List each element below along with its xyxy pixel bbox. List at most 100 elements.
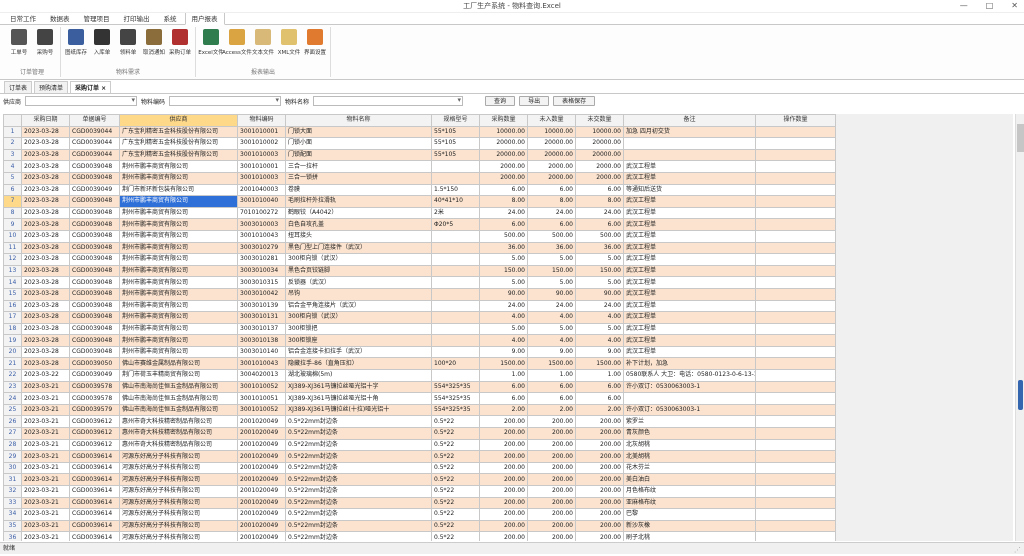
table-cell[interactable]: CGD0039049 (69, 183, 120, 197)
table-row[interactable]: 21 2023-03-28 CGD0039050 佛山市赛维金属制品有限公司 30010… (3, 357, 836, 371)
table-cell[interactable]: 40*41*10 (431, 195, 480, 208)
table-row[interactable]: 24 2023-03-21 CGD0039578 佛山市南海尚佳恒五金制品有限公司 30… (3, 392, 836, 405)
table-cell[interactable]: 0.5*22mm封边条 (285, 438, 432, 452)
table-cell[interactable]: 4.00 (575, 334, 624, 347)
table-cell[interactable]: 荆州市鹏丰商贸有限公司 (119, 287, 238, 301)
ribbon-button-1-1[interactable]: 入库单 (90, 27, 114, 67)
table-cell[interactable]: 2023-03-28 (21, 148, 70, 162)
table-cell[interactable]: 河源东好高分子科技有限公司 (119, 496, 238, 510)
table-cell[interactable]: 0.5*22mm封边条 (285, 531, 432, 541)
ribbon-button-2-2[interactable]: 文本文件 (251, 27, 275, 67)
table-cell[interactable]: 20000.00 (527, 137, 576, 150)
table-cell[interactable]: 500.00 (479, 229, 528, 243)
row-number[interactable]: 25 (3, 403, 22, 417)
table-cell[interactable]: 武汉工程单 (623, 276, 756, 289)
table-cell[interactable]: 6.00 (479, 218, 528, 231)
table-cell[interactable]: 2001020049 (237, 496, 286, 510)
row-number[interactable]: 19 (3, 334, 22, 347)
table-cell[interactable]: 10000.00 (575, 125, 624, 139)
table-cell[interactable] (755, 206, 836, 220)
table-cell[interactable]: 荆州市鹏丰商贸有限公司 (119, 229, 238, 243)
table-cell[interactable]: 24.00 (479, 206, 528, 220)
table-cell[interactable]: CGD0039578 (69, 380, 120, 394)
table-cell[interactable]: 200.00 (575, 415, 624, 429)
table-cell[interactable]: 0.5*22 (431, 519, 480, 533)
table-row[interactable]: 17 2023-03-28 CGD0039048 荆州市鹏丰商贸有限公司 3003010… (3, 311, 836, 324)
table-row[interactable]: 13 2023-03-28 CGD0039048 荆州市鹏丰商贸有限公司 3003010… (3, 264, 836, 278)
table-cell[interactable] (755, 195, 836, 208)
table-cell[interactable]: 2001020049 (237, 531, 286, 541)
table-cell[interactable]: 20000.00 (479, 137, 528, 150)
table-cell[interactable]: 3003010140 (237, 345, 286, 359)
table-row[interactable]: 32 2023-03-21 CGD0039614 河源东好高分子科技有限公司 20010… (3, 485, 836, 498)
table-cell[interactable]: 3001010043 (237, 229, 286, 243)
table-cell[interactable]: 2023-03-21 (21, 427, 70, 440)
table-cell[interactable]: 月色格布纹 (623, 485, 756, 498)
table-cell[interactable]: 河源东好高分子科技有限公司 (119, 485, 238, 498)
table-cell[interactable]: CGD0039048 (69, 206, 120, 220)
table-cell[interactable] (755, 496, 836, 510)
table-cell[interactable]: 佛山市赛维金属制品有限公司 (119, 357, 238, 371)
table-cell[interactable]: 河源东好高分子科技有限公司 (119, 508, 238, 521)
row-number[interactable]: 4 (3, 160, 22, 173)
table-cell[interactable]: 6.00 (527, 183, 576, 197)
table-cell[interactable]: 卷膜 (285, 183, 432, 197)
table-cell[interactable]: CGD0039612 (69, 415, 120, 429)
table-cell[interactable] (755, 485, 836, 498)
table-cell[interactable]: 0.5*22mm封边条 (285, 450, 432, 463)
table-cell[interactable]: CGD0039614 (69, 508, 120, 521)
menu-manage-project[interactable]: 管理项目 (78, 12, 116, 24)
table-cell[interactable]: 300柜向锁（武汉） (285, 253, 432, 266)
table-cell[interactable]: 吊钩 (285, 287, 432, 301)
column-header[interactable]: 未交数量 (575, 114, 624, 127)
table-cell[interactable]: 2023-03-28 (21, 160, 70, 173)
table-cell[interactable]: 0.5*22 (431, 438, 480, 452)
row-number[interactable]: 9 (3, 218, 22, 231)
table-cell[interactable]: 2001040003 (237, 183, 286, 197)
table-cell[interactable] (755, 369, 836, 382)
table-cell[interactable] (755, 357, 836, 371)
table-cell[interactable]: 黑色合页铰链脚 (285, 264, 432, 278)
table-cell[interactable]: 5.00 (479, 322, 528, 336)
table-cell[interactable]: 0.5*22 (431, 531, 480, 541)
table-cell[interactable] (755, 473, 836, 486)
table-cell[interactable]: 2.00 (527, 403, 576, 417)
table-cell[interactable] (755, 125, 836, 139)
ribbon-button-2-3[interactable]: XML文件 (277, 27, 301, 67)
table-cell[interactable]: 荆州市鹏丰商贸有限公司 (119, 276, 238, 289)
table-cell[interactable]: 2023-03-28 (21, 195, 70, 208)
table-cell[interactable]: 24.00 (575, 299, 624, 313)
save-table-button[interactable]: 表格保存 (553, 96, 596, 106)
table-cell[interactable] (755, 276, 836, 289)
table-cell[interactable]: 花木芬兰 (623, 461, 756, 475)
table-cell[interactable] (755, 229, 836, 243)
table-cell[interactable]: CGD0039578 (69, 392, 120, 405)
table-cell[interactable]: 2000.00 (575, 160, 624, 173)
table-cell[interactable]: 20000.00 (575, 137, 624, 150)
table-cell[interactable]: CGD0039048 (69, 334, 120, 347)
table-cell[interactable]: 2023-03-21 (21, 403, 70, 417)
table-cell[interactable]: 200.00 (479, 531, 528, 541)
row-number[interactable]: 13 (3, 264, 22, 278)
row-number[interactable]: 7 (3, 195, 22, 208)
table-cell[interactable] (431, 287, 480, 301)
table-cell[interactable]: 许小双订：0530063003-1 (623, 403, 756, 417)
table-cell[interactable]: 200.00 (575, 427, 624, 440)
ribbon-button-2-4[interactable]: 界面设置 (303, 27, 327, 67)
table-cell[interactable]: 500.00 (575, 229, 624, 243)
table-row[interactable]: 36 2023-03-21 CGD0039614 河源东好高分子科技有限公司 20010… (3, 531, 836, 541)
maximize-button[interactable]: □ (986, 1, 994, 10)
table-cell[interactable]: 巴黎 (623, 508, 756, 521)
grid-corner[interactable] (3, 114, 22, 127)
table-cell[interactable] (431, 241, 480, 255)
table-cell[interactable] (431, 369, 480, 382)
table-cell[interactable] (623, 148, 756, 162)
table-cell[interactable]: 3003010279 (237, 241, 286, 255)
table-cell[interactable]: 荆州市鹏丰商贸有限公司 (119, 218, 238, 231)
table-cell[interactable] (755, 334, 836, 347)
table-cell[interactable]: 2023-03-28 (21, 218, 70, 231)
table-cell[interactable]: 90.00 (479, 287, 528, 301)
table-cell[interactable]: 554*325*35 (431, 380, 480, 394)
table-cell[interactable] (431, 345, 480, 359)
table-row[interactable]: 4 2023-03-28 CGD0039048 荆州市鹏丰商贸有限公司 30010100… (3, 160, 836, 173)
